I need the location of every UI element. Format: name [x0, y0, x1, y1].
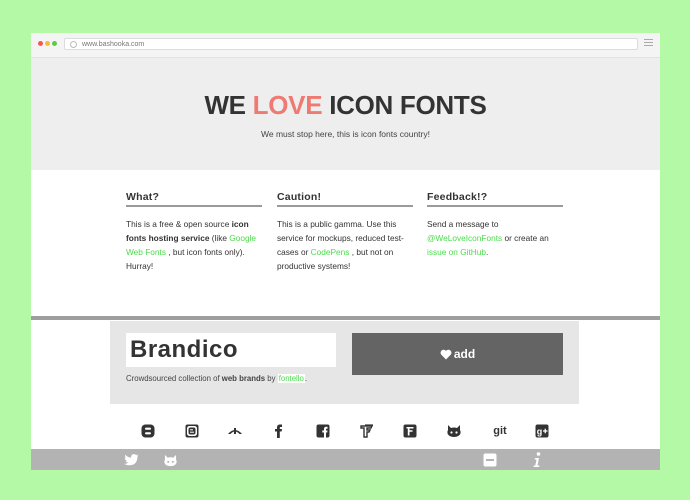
title-we: WE: [204, 90, 246, 120]
github-cat-icon[interactable]: [162, 452, 178, 468]
github-icon[interactable]: [446, 423, 462, 439]
page-title: WE LOVE ICON FONTS: [31, 90, 660, 121]
twitter-icon[interactable]: [123, 452, 139, 468]
text-span: .: [304, 374, 308, 383]
add-font-button[interactable]: add: [352, 333, 563, 375]
text-span: or create an: [502, 233, 549, 243]
font-card: Brandico add Crowdsourced collection of …: [110, 321, 579, 404]
heart-icon: [440, 349, 452, 360]
googleplus-rect-icon[interactable]: g: [534, 423, 550, 439]
svg-text:g: g: [537, 427, 543, 437]
info-column-caution: Caution! This is a public gamma. Use thi…: [277, 191, 413, 273]
fontello-link[interactable]: fontello: [277, 374, 305, 383]
hero-section: WE LOVE ICON FONTS We must stop here, th…: [31, 58, 660, 170]
text-span: .: [486, 247, 489, 257]
address-url: www.bashooka.com: [82, 41, 145, 48]
info-column-what: What? This is a free & open source icon …: [126, 191, 262, 273]
info-column-feedback: Feedback!? Send a message to @WeLoveIcon…: [427, 191, 563, 259]
facebook-rect-icon[interactable]: [315, 423, 331, 439]
blogger-icon[interactable]: [184, 423, 200, 439]
column-text: This is a free & open source icon fonts …: [126, 217, 262, 273]
facebook-icon[interactable]: [271, 423, 287, 439]
browser-menu-icon[interactable]: [644, 39, 653, 48]
blogger-rect-icon[interactable]: [140, 423, 156, 439]
text-span: Send a message to: [427, 219, 499, 229]
close-dot[interactable]: [38, 41, 43, 46]
codepens-link[interactable]: CodePens: [311, 247, 350, 257]
text-span: by: [265, 374, 278, 383]
browser-window: www.bashooka.com WE LOVE ICON FONTS We m…: [31, 33, 660, 470]
text-span: (like: [209, 233, 230, 243]
section-divider: [31, 316, 660, 320]
github-issue-link[interactable]: issue on GitHub: [427, 247, 486, 257]
bottom-toolbar: [31, 449, 660, 470]
friendfeed-rect-icon[interactable]: [402, 423, 418, 439]
text-span: Crowdsourced collection of: [126, 374, 222, 383]
glyph-row: git g: [31, 423, 660, 445]
friendfeed-icon[interactable]: [359, 423, 375, 439]
minus-rect-icon[interactable]: [482, 452, 498, 468]
column-text: Send a message to @WeLoveIconFonts or cr…: [427, 217, 563, 259]
globe-icon: [70, 41, 77, 48]
column-heading: Feedback!?: [427, 191, 563, 207]
info-icon[interactable]: [529, 452, 545, 468]
column-text: This is a public gamma. Use this service…: [277, 217, 413, 273]
bold-text: web brands: [221, 374, 266, 383]
twitter-handle-link[interactable]: @WeLoveIconFonts: [427, 233, 502, 243]
column-heading: What?: [126, 191, 262, 207]
title-icon-fonts: ICON FONTS: [329, 90, 487, 120]
text-span: This is a free & open source: [126, 219, 232, 229]
column-heading: Caution!: [277, 191, 413, 207]
address-bar[interactable]: www.bashooka.com: [64, 38, 638, 50]
browser-toolbar: www.bashooka.com: [31, 33, 660, 58]
font-name-title: Brandico: [126, 333, 336, 367]
title-love: LOVE: [252, 90, 323, 120]
maximize-dot[interactable]: [52, 41, 57, 46]
page-subtitle: We must stop here, this is icon fonts co…: [261, 129, 430, 139]
add-button-label: add: [453, 347, 476, 361]
font-description: Crowdsourced collection of web brands by…: [126, 374, 307, 383]
git-text-icon[interactable]: git: [490, 423, 510, 439]
deviantart-icon[interactable]: [227, 423, 243, 439]
minimize-dot[interactable]: [45, 41, 50, 46]
